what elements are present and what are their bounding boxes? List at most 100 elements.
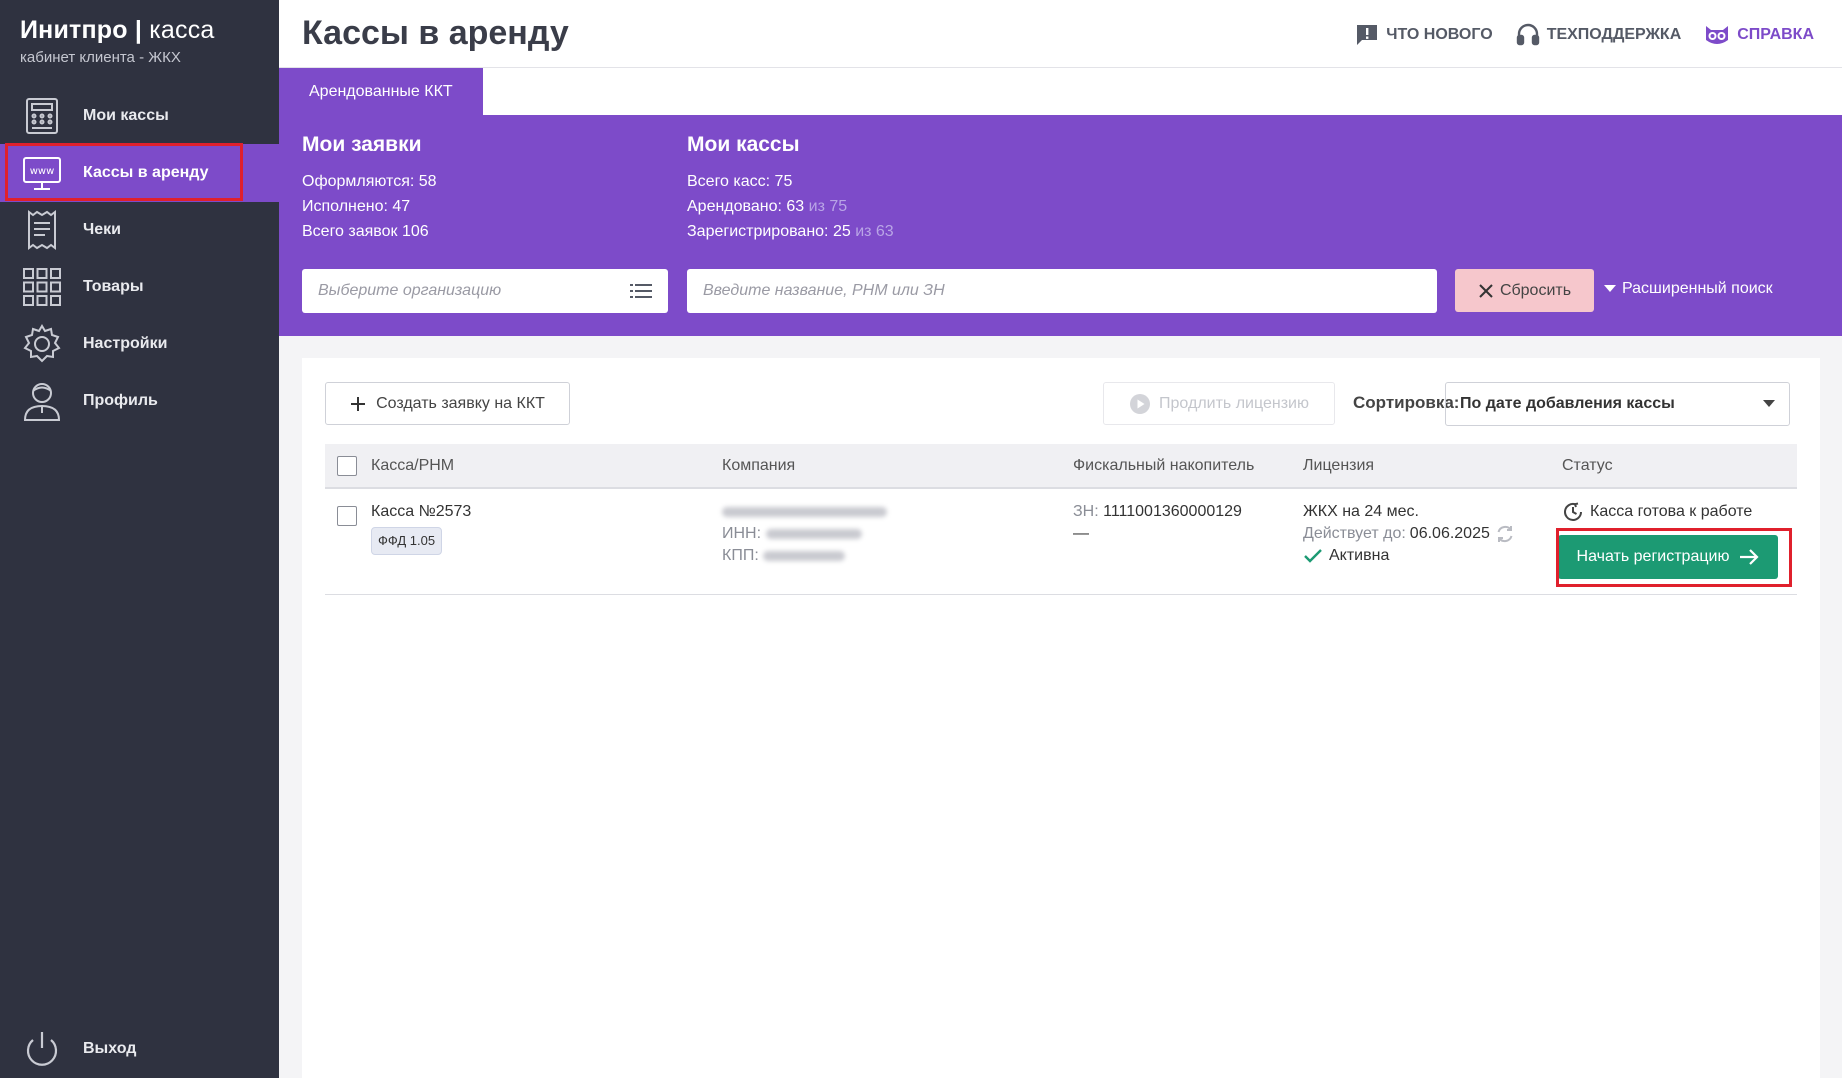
registers-registered-of: из 63 [855, 223, 894, 240]
requests-total: Всего заявок 106 [302, 223, 429, 240]
close-icon [1478, 283, 1494, 299]
registers-registered-value: Зарегистрировано: 25 [687, 223, 851, 240]
fn-label: ЗН: [1073, 503, 1099, 520]
register-name: Касса №2573 [371, 503, 472, 520]
sort-label: Сортировка: [1353, 393, 1460, 412]
alert-message-icon [1354, 22, 1380, 48]
receipt-icon [20, 208, 64, 252]
main-area: Кассы в аренду ЧТО НОВОГО ТЕХПОДДЕРЖКА С… [279, 0, 1842, 1078]
license-name: ЖКХ на 24 мес. [1303, 503, 1419, 520]
advanced-search-label: Расширенный поиск [1622, 280, 1773, 297]
chevron-down-icon [1763, 400, 1775, 408]
arrow-right-icon [1739, 548, 1759, 566]
sidebar-item-settings[interactable]: Настройки [0, 315, 279, 373]
help-link[interactable]: СПРАВКА [1703, 22, 1814, 48]
brand-title-bold: Инитпро [20, 16, 128, 44]
top-bar: Кассы в аренду ЧТО НОВОГО ТЕХПОДДЕРЖКА С… [279, 0, 1842, 68]
top-links: ЧТО НОВОГО ТЕХПОДДЕРЖКА СПРАВКА [1354, 22, 1814, 48]
select-all-checkbox[interactable] [337, 456, 357, 476]
logout-button[interactable]: Выход [0, 1020, 279, 1078]
caret-down-icon [1604, 285, 1616, 293]
whats-new-label: ЧТО НОВОГО [1386, 26, 1493, 43]
support-link[interactable]: ТЕХПОДДЕРЖКА [1515, 22, 1682, 48]
registers-summary: Мои кассы Всего касс: 75 Арендовано: 63 … [687, 133, 894, 244]
grid-icon [20, 265, 64, 309]
table-row: Касса №2573 ФФД 1.05 ИНН: КПП: ЗН: 11110… [325, 489, 1797, 595]
sidebar-item-rental-registers[interactable]: www Кассы в аренду [0, 144, 279, 202]
sidebar-item-label: Мои кассы [83, 107, 169, 124]
registers-rented-of: из 75 [808, 198, 848, 215]
sidebar-item-profile[interactable]: Профиль [0, 372, 279, 430]
reset-button[interactable]: Сбросить [1455, 269, 1594, 312]
extend-license-button[interactable]: Продлить лицензию [1103, 382, 1335, 425]
svg-text:www: www [30, 166, 55, 177]
requests-done: Исполнено: 47 [302, 198, 411, 215]
sort-select[interactable]: По дате добавления кассы [1445, 382, 1790, 426]
registers-registered: Зарегистрировано: 25 из 63 [687, 219, 894, 244]
brand-title: Инитпро | касса [20, 16, 215, 44]
reset-label: Сбросить [1499, 281, 1572, 299]
cash-register-icon [20, 94, 64, 138]
clock-icon [1562, 501, 1584, 523]
row-checkbox[interactable] [337, 506, 357, 526]
company-cell: ИНН: КПП: [722, 501, 887, 567]
sidebar: Инитпро | касса кабинет клиента - ЖКХ Мо… [0, 0, 279, 1078]
help-label: СПРАВКА [1737, 26, 1814, 43]
advanced-search-toggle[interactable]: Расширенный поиск [1604, 280, 1773, 298]
company-inn: ИНН: [722, 523, 887, 545]
license-valid-until: Действует до: 06.06.2025 [1303, 523, 1516, 545]
summary-panel: Мои заявки Оформляются: 58 Исполнено: 47… [279, 115, 1842, 336]
company-kpp: КПП: [722, 545, 887, 567]
headset-icon [1515, 22, 1541, 48]
search-input[interactable] [687, 269, 1437, 313]
sidebar-item-goods[interactable]: Товары [0, 258, 279, 316]
kpp-blurred [763, 550, 846, 561]
requests-title: Мои заявки [302, 133, 422, 156]
check-icon [1303, 548, 1323, 564]
column-header-company: Компания [722, 457, 796, 474]
brand-subtitle: кабинет клиента - ЖКХ [20, 49, 181, 66]
sort-value: По дате добавления кассы [1460, 395, 1675, 412]
registers-card: Создать заявку на ККТ Продлить лицензию … [302, 358, 1820, 1078]
list-icon [630, 282, 652, 300]
ffd-badge: ФФД 1.05 [371, 527, 443, 555]
start-registration-label: Начать регистрацию [1576, 548, 1730, 565]
registers-title: Мои кассы [687, 133, 800, 156]
brand-logo: Инитпро | касса кабинет клиента - ЖКХ [20, 16, 215, 66]
column-header-license: Лицензия [1303, 457, 1375, 474]
requests-in-progress: Оформляются: 58 [302, 173, 437, 190]
fiscal-drive-cell: ЗН: 1111001360000129 — [1073, 501, 1242, 545]
tab-rented-kkt[interactable]: Арендованные ККТ [279, 68, 483, 115]
sidebar-item-receipts[interactable]: Чеки [0, 201, 279, 259]
register-cell: Касса №2573 ФФД 1.05 [371, 501, 471, 555]
owl-icon [1703, 22, 1731, 48]
support-label: ТЕХПОДДЕРЖКА [1546, 26, 1682, 43]
sidebar-item-label: Профиль [83, 392, 158, 409]
column-header-fiscal-drive: Фискальный накопитель [1073, 457, 1255, 474]
extend-license-label: Продлить лицензию [1159, 394, 1309, 412]
start-registration-button[interactable]: Начать регистрацию [1558, 535, 1778, 579]
user-icon [20, 379, 64, 423]
sidebar-item-my-registers[interactable]: Мои кассы [0, 87, 279, 145]
logout-label: Выход [83, 1040, 137, 1057]
gear-icon [20, 322, 64, 366]
brand-title-light: касса [149, 16, 215, 44]
fn-value: 1111001360000129 [1103, 503, 1242, 520]
table-header: Касса/РНМ Компания Фискальный накопитель… [325, 444, 1797, 489]
create-kkt-request-label: Создать заявку на ККТ [376, 394, 545, 412]
sidebar-item-label: Чеки [83, 221, 121, 238]
valid-date: 06.06.2025 [1409, 525, 1490, 542]
organization-select[interactable]: Выберите организацию [302, 269, 668, 313]
registers-rented: Арендовано: 63 из 75 [687, 194, 894, 219]
www-monitor-icon: www [20, 151, 64, 195]
plus-icon [350, 396, 366, 412]
power-icon [20, 1027, 64, 1071]
register-status-label: Касса готова к работе [1590, 503, 1753, 520]
sidebar-item-label: Кассы в аренду [83, 164, 209, 181]
requests-summary: Мои заявки Оформляются: 58 Исполнено: 47… [302, 133, 437, 244]
registers-rented-value: Арендовано: 63 [687, 198, 805, 215]
company-name-blurred [722, 501, 887, 523]
whats-new-link[interactable]: ЧТО НОВОГО [1354, 22, 1493, 48]
create-kkt-request-button[interactable]: Создать заявку на ККТ [325, 382, 570, 425]
refresh-icon[interactable] [1494, 523, 1516, 545]
